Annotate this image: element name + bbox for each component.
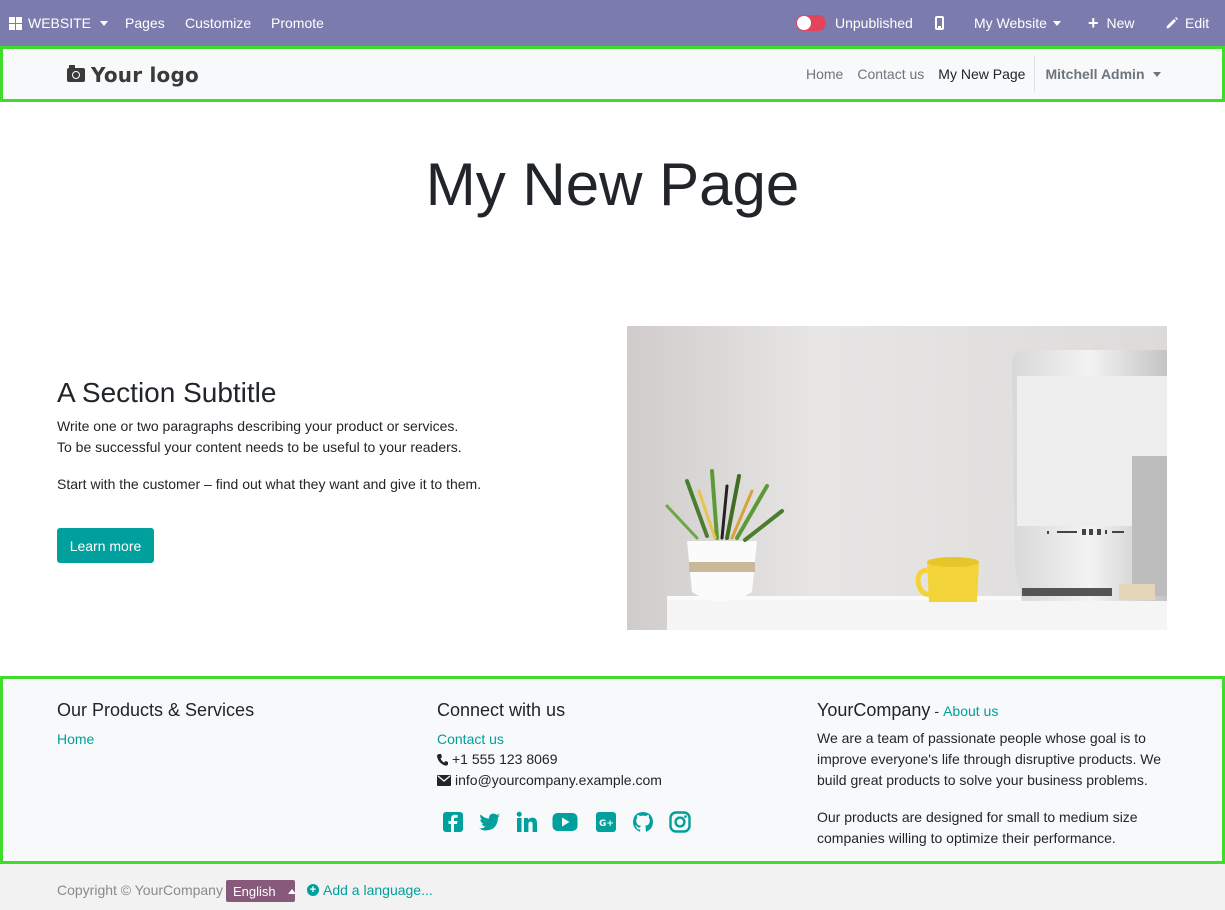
company-target-description: Our products are designed for small to m… — [817, 809, 1138, 846]
company-name: YourCompany — [817, 700, 931, 720]
twitter-icon[interactable] — [477, 809, 503, 835]
nav-item-home[interactable]: Home — [799, 66, 850, 82]
site-header: Your logo Home Contact us My New Page Mi… — [0, 46, 1225, 102]
company-description: We are a team of passionate people whose… — [817, 730, 1162, 788]
caret-up-icon — [287, 888, 296, 894]
copyright-text: Copyright © YourCompany — [57, 882, 223, 898]
logo-text: Your logo — [91, 63, 199, 87]
footer-company-heading: YourCompany - About us — [817, 700, 998, 721]
site-logo[interactable]: Your logo — [67, 59, 199, 91]
footer-link-about-us[interactable]: About us — [943, 703, 998, 719]
youtube-icon[interactable] — [552, 809, 578, 835]
email-address: info@yourcompany.example.com — [455, 772, 662, 788]
learn-more-button[interactable]: Learn more — [57, 528, 154, 563]
promote-menu[interactable]: Promote — [271, 0, 324, 46]
edit-label: Edit — [1185, 15, 1210, 31]
desk-illustration — [627, 326, 1167, 630]
website-app-menu[interactable]: WEBSITE — [9, 0, 109, 46]
new-label: New — [1106, 15, 1135, 31]
instagram-icon[interactable] — [667, 809, 693, 835]
website-app-label: WEBSITE — [28, 15, 92, 31]
language-label: English — [233, 883, 276, 899]
plus-icon: + — [1088, 13, 1099, 33]
main-nav: Home Contact us My New Page Mitchell Adm… — [799, 49, 1169, 99]
language-selector[interactable]: English — [226, 880, 296, 902]
svg-text:G+: G+ — [599, 819, 614, 829]
copyright-bar: Copyright © YourCompany — [0, 864, 1225, 910]
apps-icon — [9, 16, 22, 30]
google-plus-icon[interactable]: G+ — [593, 809, 619, 835]
envelope-icon — [437, 775, 451, 786]
new-content-button[interactable]: + New — [1088, 0, 1135, 46]
customize-menu[interactable]: Customize — [185, 0, 251, 46]
phone-icon — [437, 753, 448, 766]
caret-down-icon — [1052, 20, 1061, 26]
heading-dash: - — [934, 703, 940, 719]
user-menu[interactable]: Mitchell Admin — [1037, 66, 1168, 82]
footer-products-title: Our Products & Services — [57, 700, 255, 720]
page-title: My New Page — [425, 151, 800, 218]
footer-link-home[interactable]: Home — [57, 731, 94, 747]
footer-link-contact-us[interactable]: Contact us — [437, 731, 504, 747]
pages-menu[interactable]: Pages — [125, 0, 165, 46]
desk-image — [627, 326, 1167, 630]
section-paragraph-1: Write one or two paragraphs describing y… — [57, 416, 462, 458]
footer-connect-title: Connect with us — [437, 700, 566, 720]
add-language-label: Add a language... — [323, 882, 433, 898]
edit-button[interactable]: Edit — [1165, 0, 1209, 46]
section-subtitle: A Section Subtitle — [57, 377, 277, 408]
nav-item-my-new-page[interactable]: My New Page — [931, 66, 1032, 82]
linkedin-icon[interactable] — [514, 809, 540, 835]
facebook-icon[interactable] — [440, 809, 466, 835]
section-paragraph-2: Start with the customer – find out what … — [57, 476, 482, 492]
user-name: Mitchell Admin — [1045, 66, 1145, 82]
footer-phone: +1 555 123 8069 — [437, 749, 558, 770]
caret-down-icon — [1152, 71, 1161, 77]
admin-navbar: WEBSITE Pages Customize Promote Unpublis… — [0, 0, 1225, 46]
toggle-switch-icon — [796, 15, 826, 31]
website-switcher[interactable]: My Website — [974, 0, 1061, 46]
site-footer: Our Products & Services Home Connect wit… — [0, 676, 1225, 864]
caret-down-icon — [100, 20, 109, 26]
mobile-phone-icon — [935, 16, 944, 30]
mobile-preview-button[interactable] — [935, 0, 944, 46]
pencil-icon — [1166, 17, 1178, 29]
add-language-link[interactable]: + Add a language... — [307, 882, 433, 898]
github-icon[interactable] — [630, 809, 656, 835]
paragraph-line: To be successful your content needs to b… — [57, 439, 462, 455]
publish-status-label: Unpublished — [835, 15, 913, 31]
publish-toggle[interactable]: Unpublished — [796, 0, 913, 46]
phone-number: +1 555 123 8069 — [452, 751, 558, 767]
paragraph-line: Write one or two paragraphs describing y… — [57, 418, 459, 434]
camera-icon — [67, 65, 85, 82]
nav-item-contact-us[interactable]: Contact us — [850, 66, 931, 82]
nav-divider — [1034, 56, 1036, 92]
website-switcher-label: My Website — [974, 15, 1047, 31]
footer-email: info@yourcompany.example.com — [437, 770, 662, 791]
plus-circle-icon: + — [307, 884, 319, 896]
